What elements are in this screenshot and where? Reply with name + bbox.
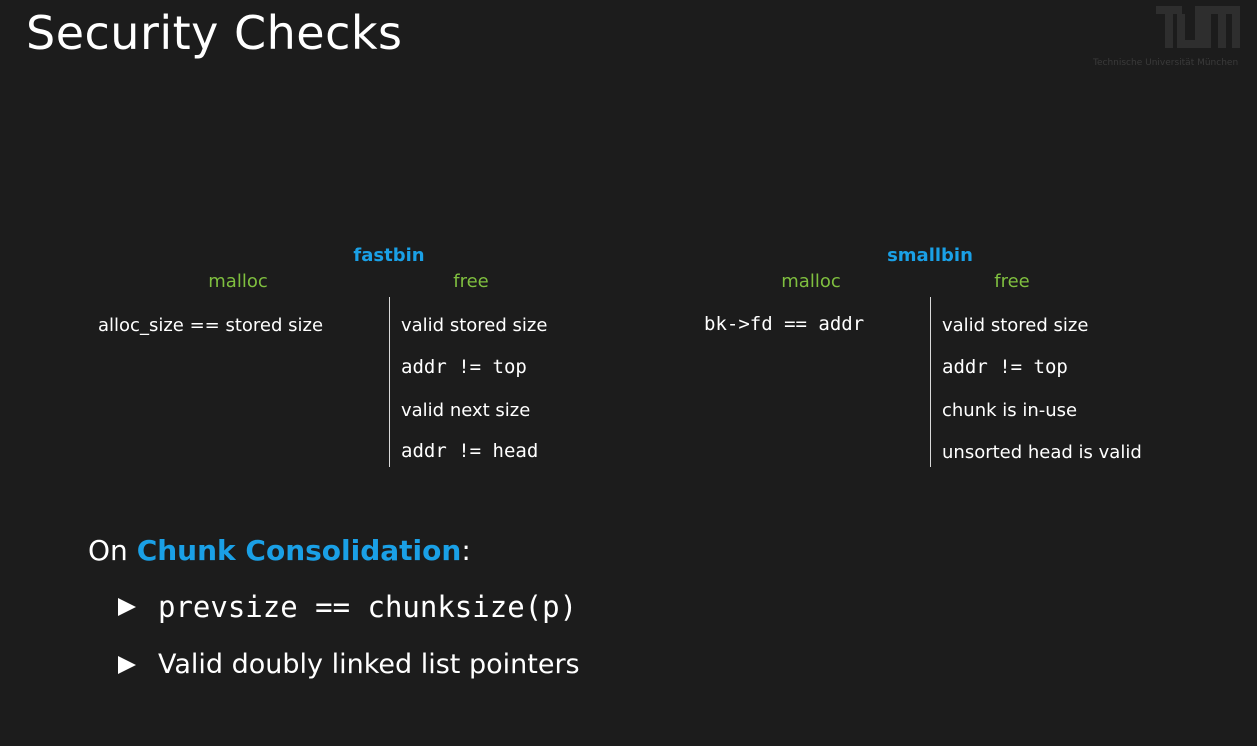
smallbin-free-heading: free [994,271,1030,292]
consolidation-prefix: On [88,534,137,567]
smallbin-free-check: chunk is in-use [942,400,1078,421]
fastbin-free-check: valid stored size [401,315,548,336]
triangle-bullet-icon [118,598,136,616]
fastbin-free-check: addr != head [401,440,539,462]
tum-logo-icon [1156,6,1240,48]
fastbin-malloc-heading: malloc [208,271,268,292]
smallbin-free-check: addr != top [942,356,1068,378]
smallbin-free-check: valid stored size [942,315,1089,336]
smallbin-column-divider [930,297,931,467]
fastbin-free-check: addr != top [401,356,527,378]
fastbin-column-divider [389,297,390,467]
fastbin-heading: fastbin [353,245,425,266]
logo-subtitle: Technische Universität München [1093,58,1239,68]
consolidation-heading: On Chunk Consolidation: [88,534,471,567]
fastbin-malloc-check: alloc_size == stored size [98,315,324,336]
list-item: prevsize == chunksize(p) [118,590,577,624]
smallbin-malloc-heading: malloc [781,271,841,292]
smallbin-heading: smallbin [887,245,973,266]
list-item: Valid doubly linked list pointers [118,649,580,680]
bullet-text: Valid doubly linked list pointers [158,649,580,680]
fastbin-free-check: valid next size [401,400,531,421]
slide-title: Security Checks [26,6,403,60]
fastbin-free-heading: free [453,271,489,292]
triangle-bullet-icon [118,655,136,674]
smallbin-free-check: unsorted head is valid [942,442,1142,463]
smallbin-malloc-check: bk->fd == addr [704,313,865,335]
consolidation-emphasis: Chunk Consolidation [136,534,462,567]
bullet-text: prevsize == chunksize(p) [158,590,578,624]
consolidation-suffix: : [461,534,471,567]
